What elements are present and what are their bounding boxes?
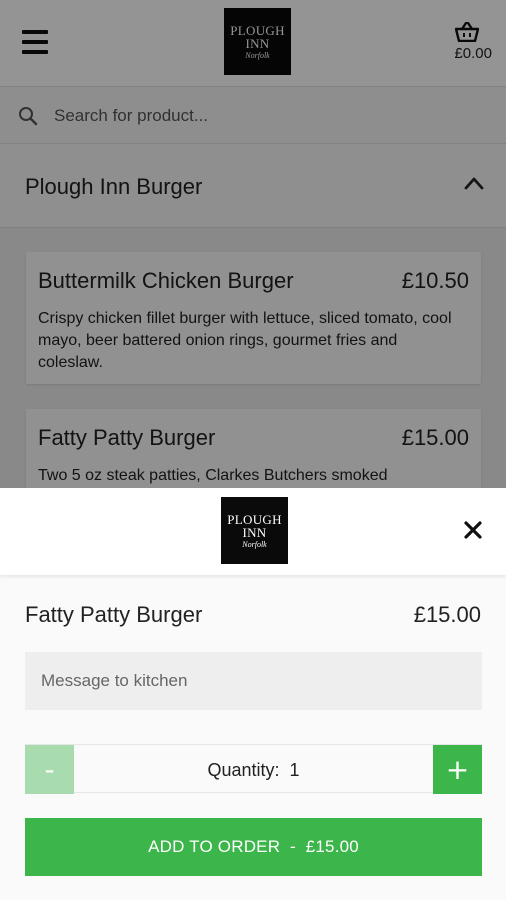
quantity-display: Quantity: 1 [25, 760, 482, 781]
add-to-order-button[interactable]: ADD TO ORDER - £15.00 [25, 818, 482, 876]
plough-inn-logo: PLOUGH INN Norfolk [221, 497, 288, 564]
quantity-value: 1 [289, 760, 300, 780]
selected-item-name: Fatty Patty Burger [25, 602, 203, 627]
quantity-stepper: - Quantity: 1 + [25, 744, 482, 794]
close-icon[interactable] [462, 519, 484, 541]
increase-quantity-button[interactable]: + [433, 745, 482, 794]
selected-item-price: £15.00 [413, 602, 481, 627]
sheet-header: PLOUGH INN Norfolk [0, 488, 506, 575]
quantity-label: Quantity: [207, 760, 280, 780]
kitchen-message-field[interactable] [25, 652, 482, 710]
modal-backdrop[interactable] [0, 0, 506, 490]
add-item-sheet: PLOUGH INN Norfolk Fatty Patty Burger £1… [0, 488, 506, 900]
